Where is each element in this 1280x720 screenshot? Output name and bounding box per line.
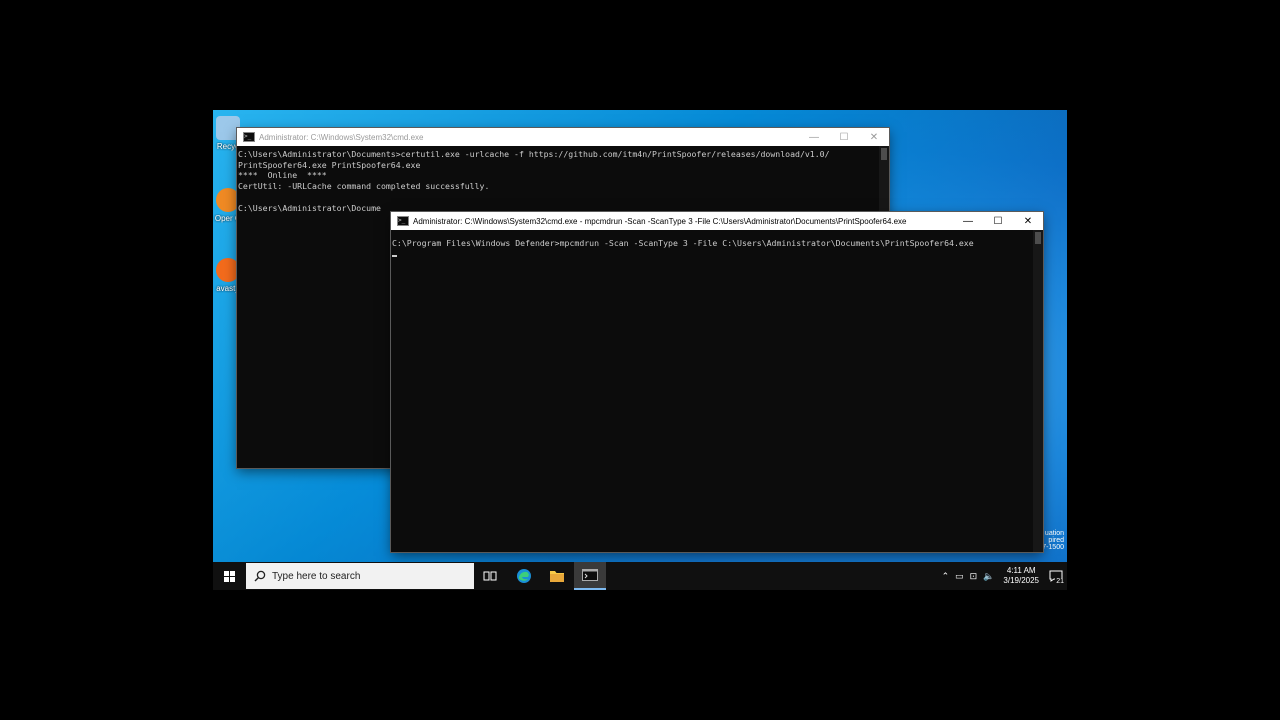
battery-icon[interactable]: ▭: [955, 571, 964, 582]
start-button[interactable]: [213, 562, 245, 590]
taskbar: ⌃ ▭ ⊡ 🔈 4:11 AM 3/19/2025 21: [213, 562, 1067, 590]
search-input[interactable]: [272, 570, 452, 582]
minimize-button[interactable]: —: [799, 128, 829, 146]
terminal-line: ​: [238, 192, 879, 203]
front-window-titlebar[interactable]: >_ Administrator: C:\Windows\System32\cm…: [391, 212, 1043, 230]
back-window-title: Administrator: C:\Windows\System32\cmd.e…: [259, 132, 424, 142]
cmd-icon: >_: [397, 216, 409, 226]
cmd-icon: >_: [243, 132, 255, 142]
terminal-line: CertUtil: -URLCache command completed su…: [238, 181, 490, 192]
front-cmd-window[interactable]: >_ Administrator: C:\Windows\System32\cm…: [391, 212, 1043, 552]
task-view-button[interactable]: [474, 562, 506, 590]
notification-count: 21: [1055, 578, 1065, 585]
windows-logo-icon: [223, 570, 235, 582]
maximize-button[interactable]: ☐: [829, 128, 859, 146]
close-button[interactable]: ✕: [1013, 212, 1043, 230]
terminal-line: C:\Program Files\Windows Defender>mpcmdr…: [392, 238, 974, 248]
chevron-up-icon[interactable]: ⌃: [942, 571, 950, 582]
task-view-icon: [483, 571, 497, 581]
cmd-taskbar-button[interactable]: [574, 562, 606, 590]
edge-icon: [517, 569, 531, 583]
speaker-muted-icon[interactable]: 🔈: [983, 571, 994, 582]
front-window-scrollbar[interactable]: [1033, 230, 1043, 552]
close-button[interactable]: ✕: [859, 128, 889, 146]
system-tray: ⌃ ▭ ⊡ 🔈 4:11 AM 3/19/2025 21: [939, 562, 1067, 590]
file-explorer-button[interactable]: [541, 562, 573, 590]
clock-date: 3/19/2025: [1003, 576, 1039, 585]
back-window-titlebar[interactable]: >_ Administrator: C:\Windows\System32\cm…: [237, 128, 889, 146]
clock[interactable]: 4:11 AM 3/19/2025: [1003, 566, 1039, 586]
folder-icon: [550, 571, 564, 582]
front-terminal-output[interactable]: C:\Program Files\Windows Defender>mpcmdr…: [391, 230, 1033, 552]
cmd-icon: [582, 569, 598, 581]
action-center-button[interactable]: 21: [1045, 562, 1067, 590]
search-icon: [254, 570, 266, 582]
terminal-line: C:\Users\Administrator\Documents>certuti…: [238, 149, 830, 159]
taskbar-search-box[interactable]: [246, 563, 474, 589]
minimize-button[interactable]: —: [953, 212, 983, 230]
clock-time: 4:11 AM: [1006, 566, 1036, 575]
maximize-button[interactable]: ☐: [983, 212, 1013, 230]
terminal-cursor-line: [392, 249, 1033, 260]
edge-button[interactable]: [508, 562, 540, 590]
front-window-title: Administrator: C:\Windows\System32\cmd.e…: [413, 216, 907, 226]
terminal-line: **** Online ****: [238, 170, 327, 181]
text-cursor: [392, 254, 397, 257]
scrollbar-thumb[interactable]: [1035, 232, 1041, 244]
terminal-line: PrintSpoofer64.exe PrintSpoofer64.exe: [238, 159, 421, 170]
network-icon[interactable]: ⊡: [970, 571, 978, 582]
scrollbar-thumb[interactable]: [881, 148, 887, 160]
